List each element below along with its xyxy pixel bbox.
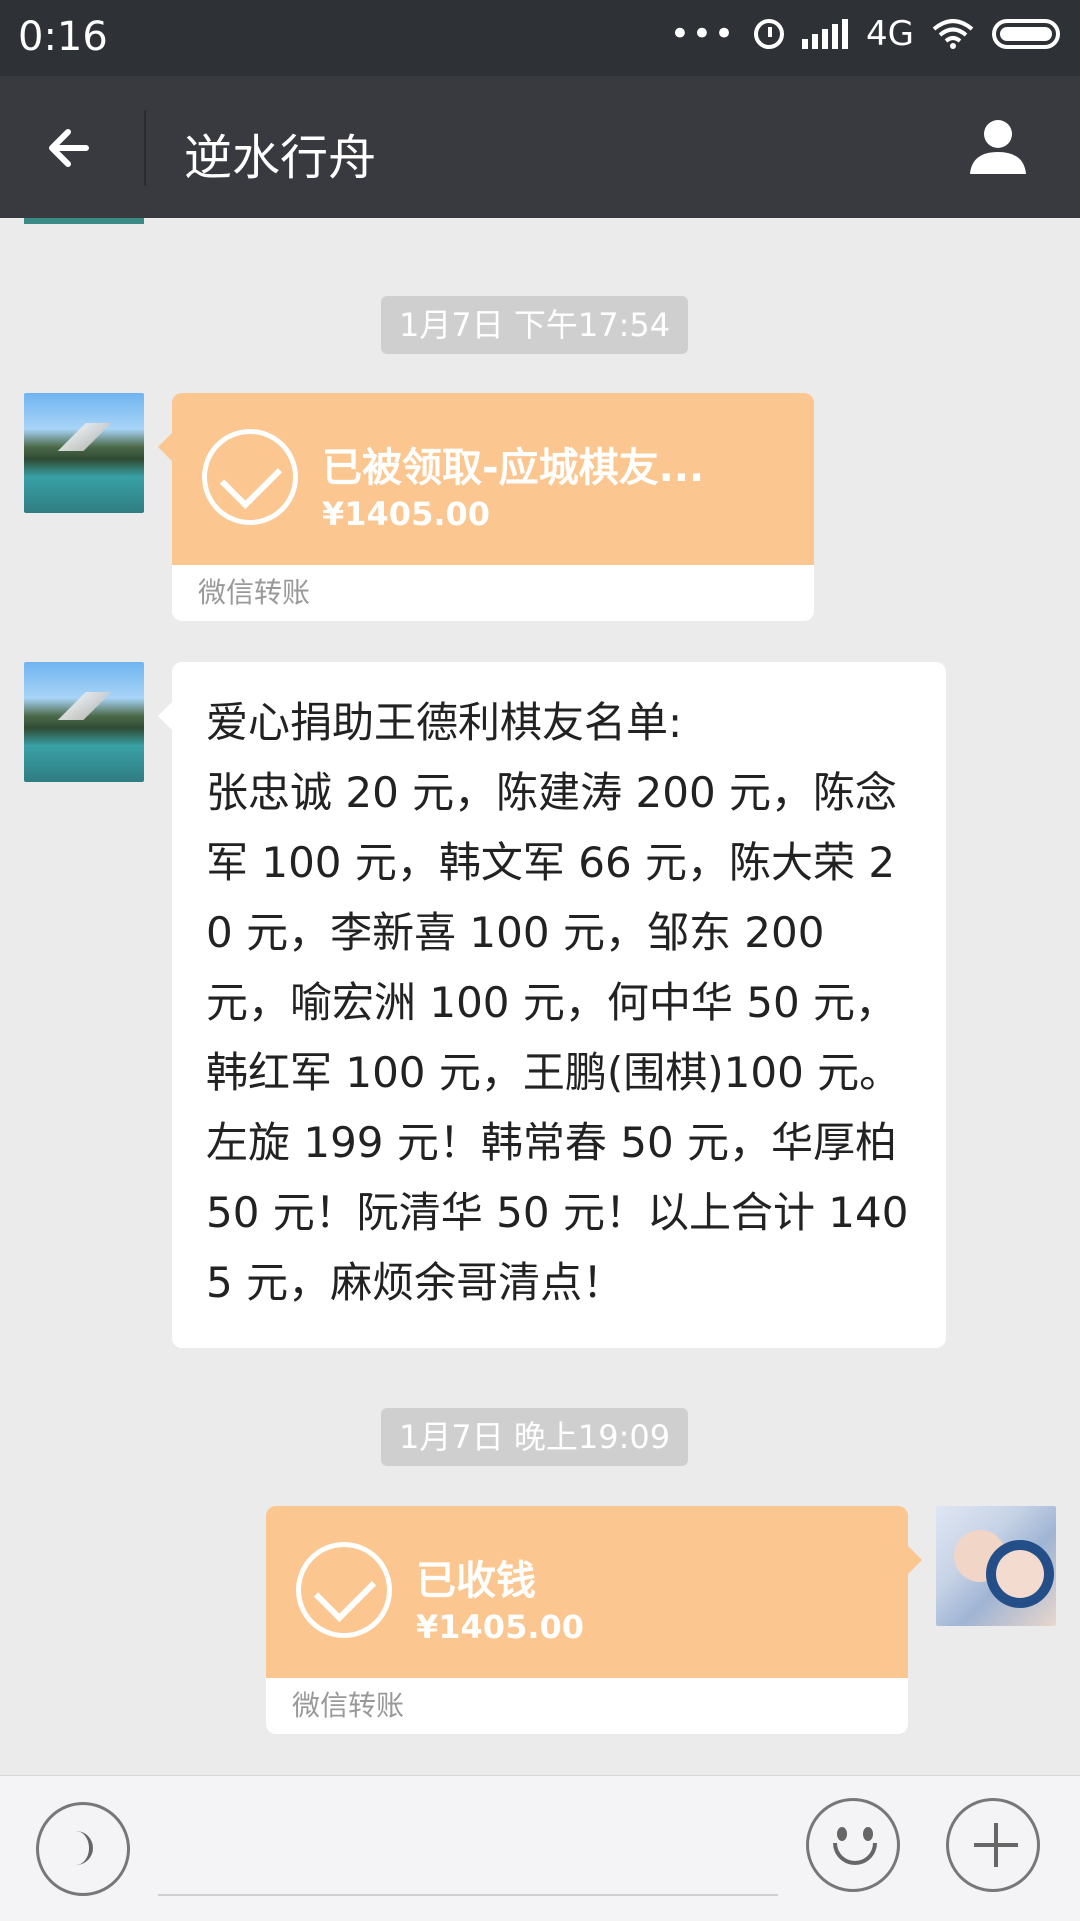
chat-header: 逆水行舟 <box>0 76 1080 218</box>
status-indicators: ••• 4G <box>670 14 1060 54</box>
wifi-icon <box>932 19 974 49</box>
previous-avatar-fragment <box>24 218 144 224</box>
network-type: 4G <box>866 14 914 54</box>
status-bar: 0:16 ••• 4G <box>0 0 1080 76</box>
header-divider <box>144 110 146 186</box>
signal-icon <box>802 19 849 49</box>
check-circle-icon <box>296 1542 392 1638</box>
transfer-card-top: 已被领取-应城棋友... ¥1405.00 <box>172 393 814 565</box>
bubble-tail <box>908 1546 922 1574</box>
voice-icon[interactable] <box>36 1802 130 1896</box>
transfer-amount: ¥1405.00 <box>322 495 491 533</box>
message-input[interactable] <box>158 1894 778 1896</box>
chat-title: 逆水行舟 <box>184 130 377 186</box>
avatar[interactable] <box>936 1506 1056 1626</box>
check-circle-icon <box>202 429 298 525</box>
bubble-tail <box>158 433 172 461</box>
transfer-amount: ¥1405.00 <box>416 1608 585 1646</box>
battery-icon <box>992 19 1060 49</box>
timestamp: 1月7日 下午17:54 <box>381 296 689 354</box>
alarm-icon <box>754 19 785 49</box>
avatar[interactable] <box>24 393 144 513</box>
plus-icon[interactable] <box>946 1798 1040 1892</box>
more-dots-icon: ••• <box>669 14 737 54</box>
transfer-title: 已收钱 <box>416 1558 536 1604</box>
status-time: 0:16 <box>18 14 108 60</box>
transfer-card-top: 已收钱 ¥1405.00 <box>266 1506 908 1678</box>
transfer-card[interactable]: 已收钱 ¥1405.00 微信转账 <box>266 1506 922 1734</box>
transfer-card[interactable]: 已被领取-应城棋友... ¥1405.00 微信转账 <box>158 393 814 621</box>
message-text: 爱心捐助王德利棋友名单: 张忠诚 20 元，陈建涛 200 元，陈念军 100 … <box>206 698 909 1307</box>
emoji-icon[interactable] <box>806 1798 900 1892</box>
transfer-title: 已被领取-应城棋友... <box>322 445 705 491</box>
timestamp: 1月7日 晚上19:09 <box>381 1408 689 1466</box>
transfer-footer: 微信转账 <box>172 565 814 621</box>
text-message-bubble[interactable]: 爱心捐助王德利棋友名单: 张忠诚 20 元，陈建涛 200 元，陈念军 100 … <box>158 662 946 1348</box>
input-bar <box>0 1775 1080 1921</box>
back-arrow-icon[interactable] <box>40 116 104 180</box>
person-icon[interactable] <box>964 112 1032 180</box>
chat-area[interactable]: 1月7日 下午17:54 已被领取-应城棋友... ¥1405.00 微信转账 … <box>0 218 1080 1775</box>
avatar[interactable] <box>24 662 144 782</box>
transfer-footer: 微信转账 <box>266 1678 908 1734</box>
bubble-tail <box>158 702 172 730</box>
